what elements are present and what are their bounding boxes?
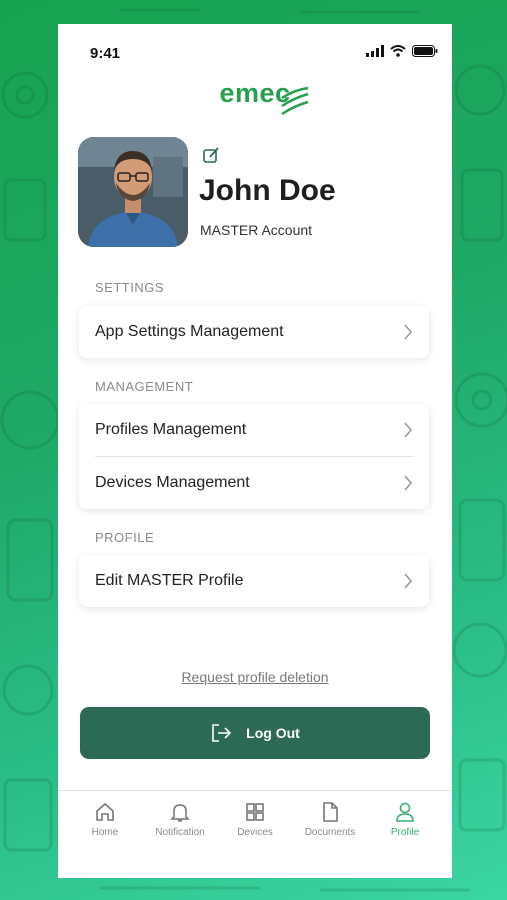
status-bar: 9:41 xyxy=(58,24,452,82)
management-card: Profiles Management Devices Management xyxy=(79,404,429,509)
tab-devices[interactable]: Devices xyxy=(218,801,292,838)
user-photo xyxy=(78,137,188,247)
tab-label: Devices xyxy=(237,827,273,838)
chevron-right-icon xyxy=(404,475,413,491)
tab-label: Profile xyxy=(390,827,420,838)
bottom-tab-bar: Home Notification Devices Documents Prof… xyxy=(58,790,452,878)
battery-icon xyxy=(412,45,438,57)
section-label-management: MANAGEMENT xyxy=(95,379,194,394)
logo-waves-icon xyxy=(281,86,309,116)
tab-profile[interactable]: Profile xyxy=(368,801,442,838)
menu-item-devices-management[interactable]: Devices Management xyxy=(95,456,413,509)
settings-card: App Settings Management xyxy=(79,306,429,358)
user-icon xyxy=(396,802,414,822)
bell-icon xyxy=(170,804,190,822)
menu-item-label: App Settings Management xyxy=(95,323,284,340)
tab-home[interactable]: Home xyxy=(68,801,142,838)
chevron-right-icon xyxy=(404,422,413,438)
tab-label: Documents xyxy=(304,827,356,838)
section-label-settings: SETTINGS xyxy=(95,280,165,295)
section-label-profile: PROFILE xyxy=(95,530,155,545)
tab-notification[interactable]: Notification xyxy=(143,801,217,838)
status-time: 9:41 xyxy=(90,45,121,62)
tab-label: Home xyxy=(91,827,119,838)
edit-icon[interactable] xyxy=(202,146,220,164)
request-deletion-link[interactable]: Request profile deletion xyxy=(58,669,452,685)
tab-label: Notification xyxy=(155,827,205,838)
menu-item-label: Devices Management xyxy=(95,474,250,491)
chevron-right-icon xyxy=(404,324,413,340)
signal-icon xyxy=(366,45,384,57)
menu-item-profiles-management[interactable]: Profiles Management xyxy=(79,404,429,456)
document-icon xyxy=(323,802,338,822)
menu-item-app-settings[interactable]: App Settings Management xyxy=(79,306,429,358)
status-icons xyxy=(366,45,438,57)
home-icon xyxy=(96,802,114,821)
avatar xyxy=(78,137,188,247)
menu-item-label: Profiles Management xyxy=(95,421,247,438)
phone-screen: 9:41 emec John Doe MASTER Account SETTIN… xyxy=(58,24,452,878)
logout-icon xyxy=(212,724,232,742)
profile-card: Edit MASTER Profile xyxy=(79,555,429,607)
menu-item-edit-master-profile[interactable]: Edit MASTER Profile xyxy=(79,555,429,607)
logout-label: Log Out xyxy=(246,725,300,741)
profile-name: John Doe xyxy=(199,174,336,207)
grid-icon xyxy=(246,803,264,821)
chevron-right-icon xyxy=(404,573,413,589)
tab-documents[interactable]: Documents xyxy=(293,801,367,838)
account-type: MASTER Account xyxy=(200,222,313,238)
brand-logo: emec xyxy=(58,78,452,116)
logout-button[interactable]: Log Out xyxy=(80,707,430,759)
menu-item-label: Edit MASTER Profile xyxy=(95,572,244,589)
wifi-icon xyxy=(390,45,406,57)
